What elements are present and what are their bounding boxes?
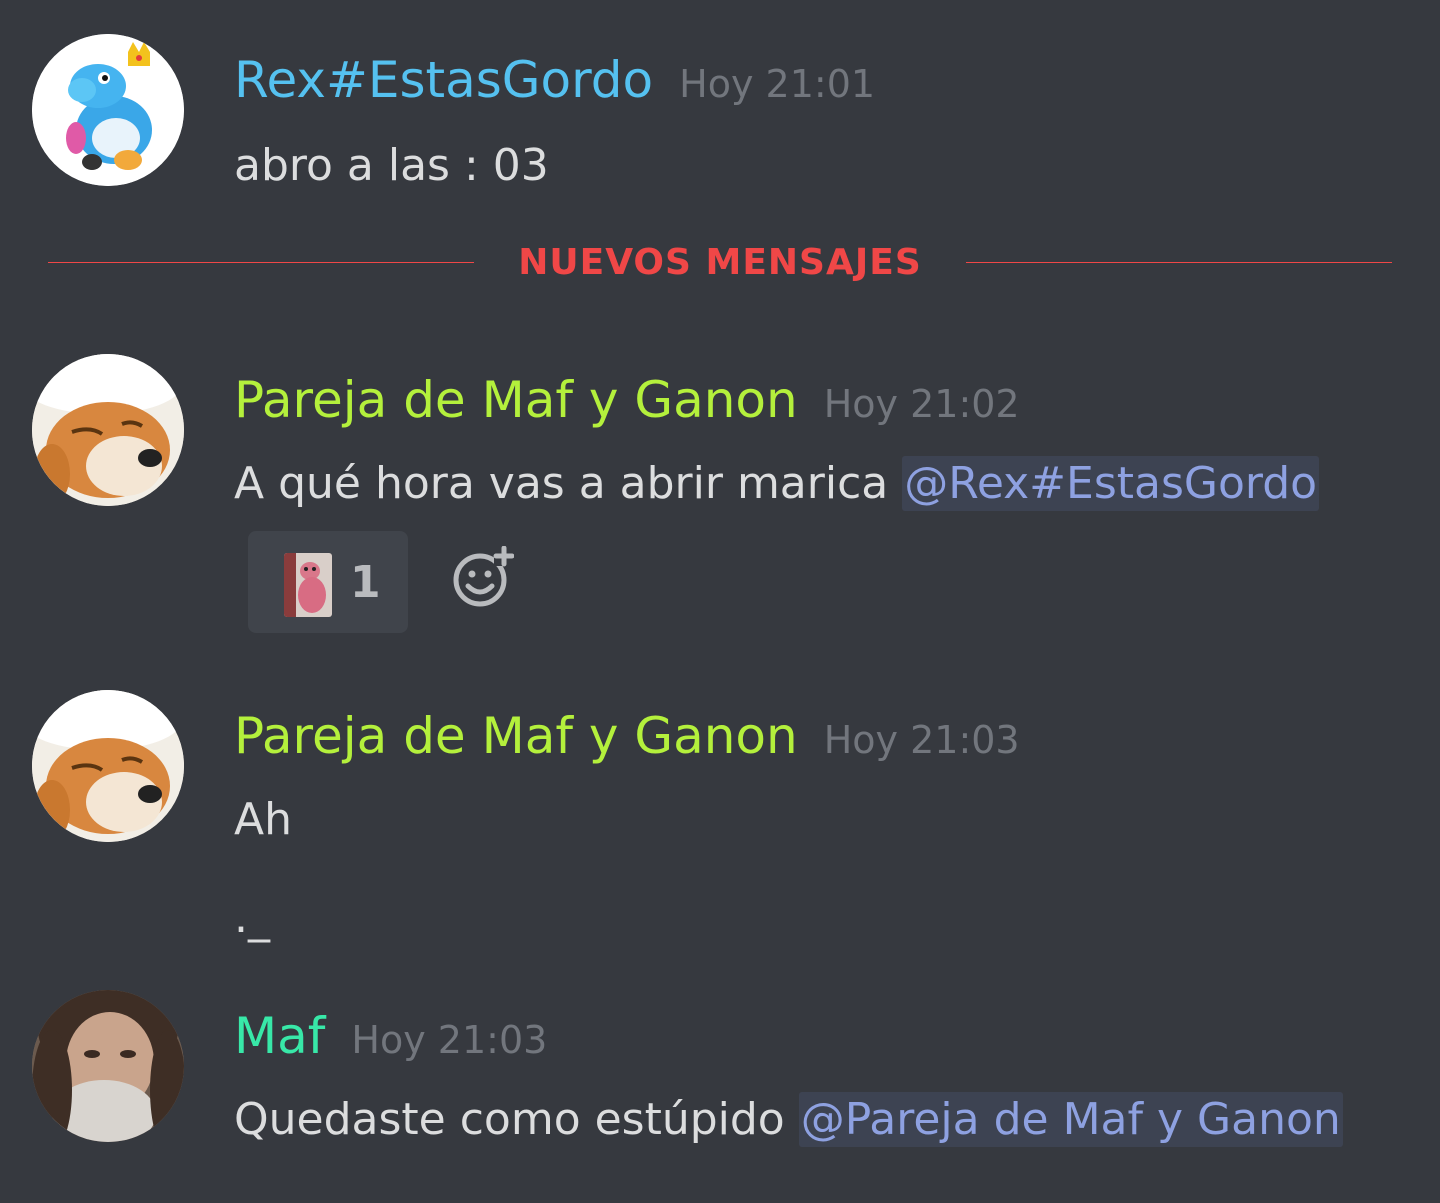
add-reaction-icon[interactable] — [450, 545, 515, 610]
message-timestamp: Hoy 21:03 — [823, 718, 1020, 762]
new-messages-label: NUEVOS MENSAJES — [518, 242, 922, 283]
message-author[interactable]: Maf Hoy 21:03 — [234, 1006, 547, 1070]
avatar-maf[interactable] — [32, 990, 184, 1142]
pink-figure-emoji — [284, 553, 332, 617]
message-author[interactable]: Pareja de Maf y Ganon Hoy 21:03 — [234, 706, 1020, 770]
new-messages-divider: NUEVOS MENSAJES — [48, 238, 1392, 288]
message-text: ._ — [234, 892, 270, 943]
author-name[interactable]: Pareja de Maf y Ganon — [234, 371, 798, 429]
author-name[interactable]: Pareja de Maf y Ganon — [234, 707, 798, 765]
message-timestamp: Hoy 21:03 — [351, 1018, 548, 1062]
author-name[interactable]: Rex#EstasGordo — [234, 51, 653, 109]
message-text: abro a las : 03 — [234, 140, 549, 191]
message-text-body: Quedaste como estúpido — [234, 1094, 799, 1145]
avatar-pareja[interactable] — [32, 690, 184, 842]
avatar-pareja[interactable] — [32, 354, 184, 506]
message-timestamp: Hoy 21:01 — [679, 62, 876, 106]
reaction-count: 1 — [350, 557, 381, 608]
message-text-body: A qué hora vas a abrir marica — [234, 458, 903, 509]
reaction-button[interactable]: 1 — [248, 531, 408, 633]
message-text: Ah — [234, 794, 292, 845]
message-text: Quedaste como estúpido @Pareja de Maf y … — [234, 1092, 1343, 1148]
message-author[interactable]: Rex#EstasGordo Hoy 21:01 — [234, 50, 875, 114]
user-mention[interactable]: @Rex#EstasGordo — [902, 456, 1320, 511]
user-mention[interactable]: @Pareja de Maf y Ganon — [798, 1092, 1343, 1147]
message-timestamp: Hoy 21:02 — [823, 382, 1020, 426]
avatar-rex[interactable] — [32, 34, 184, 186]
message-text: A qué hora vas a abrir marica @Rex#Estas… — [234, 456, 1320, 512]
author-name[interactable]: Maf — [234, 1007, 325, 1065]
message-author[interactable]: Pareja de Maf y Ganon Hoy 21:02 — [234, 370, 1020, 434]
chat-messages: Rex#EstasGordo Hoy 21:01 abro a las : 03 … — [0, 0, 1440, 1203]
divider-line-right — [966, 262, 1392, 263]
